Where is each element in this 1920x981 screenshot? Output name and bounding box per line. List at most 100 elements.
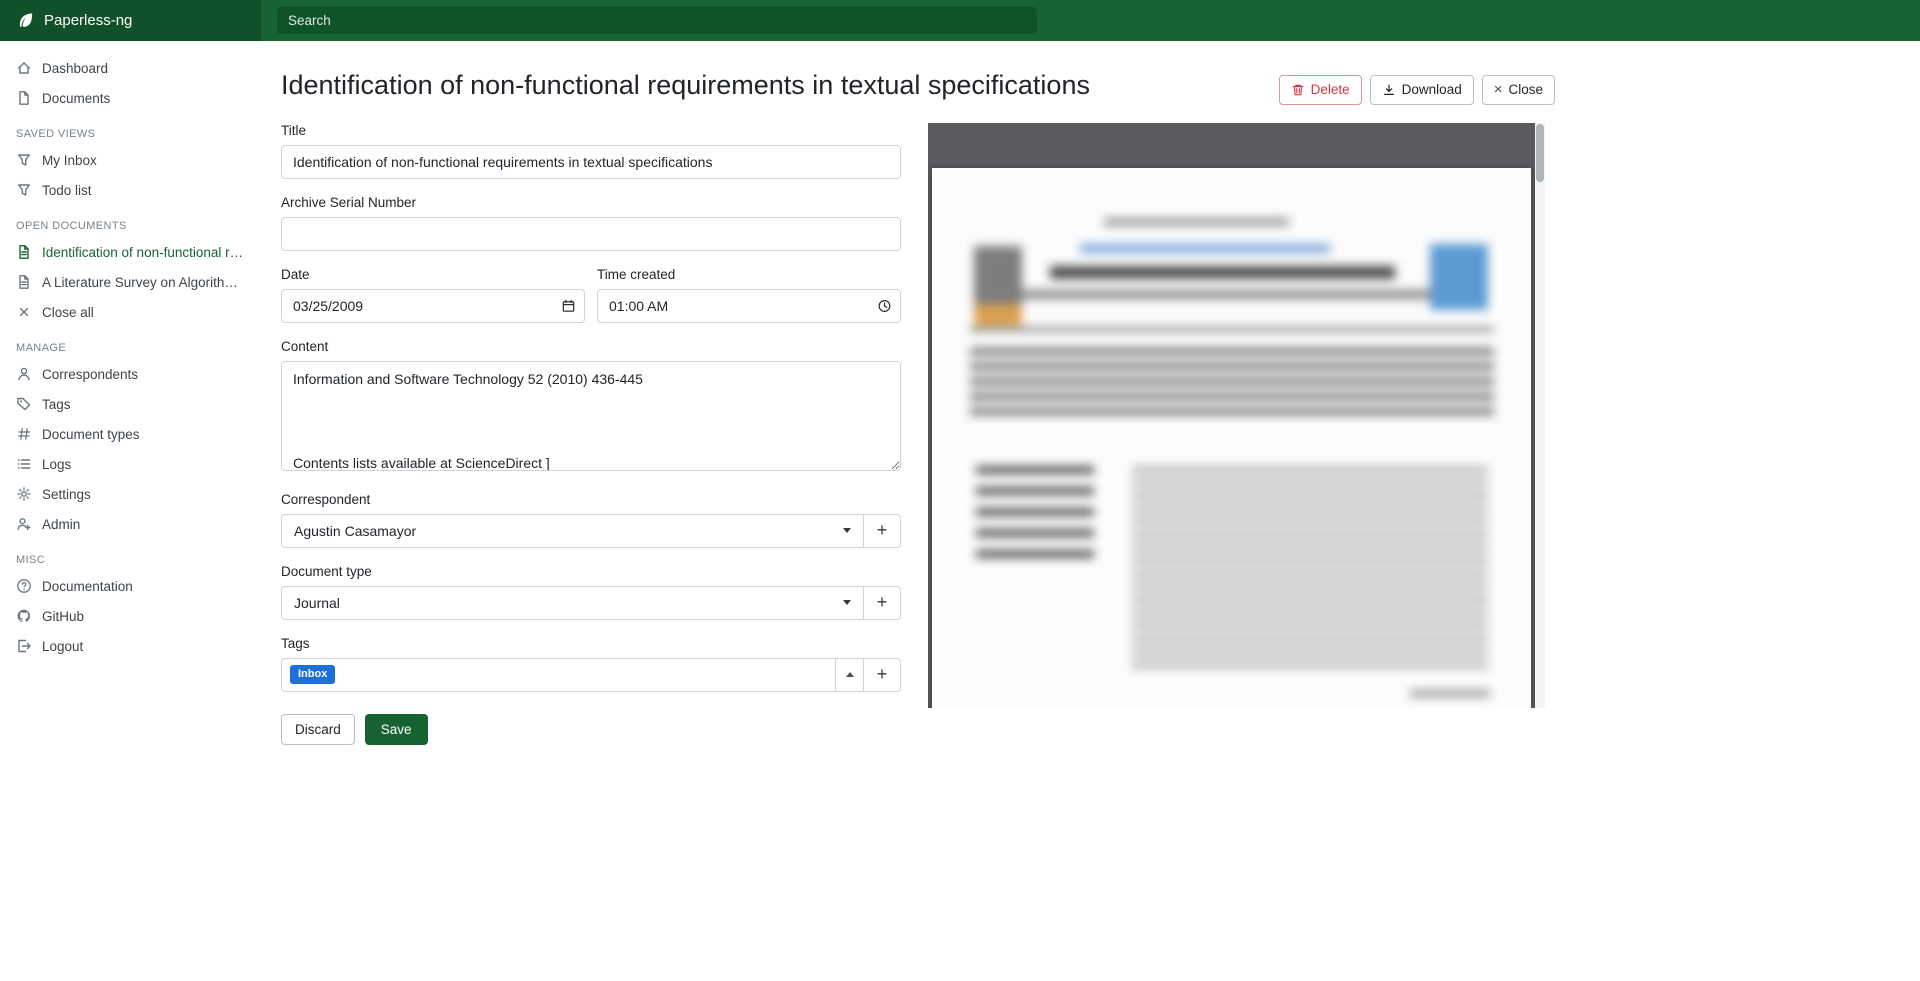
title-input[interactable] [281,145,901,179]
sidebar-item-label: Documents [42,91,110,106]
date-input[interactable] [281,289,585,323]
save-button[interactable]: Save [365,714,428,746]
sidebar-section-saved-views: SAVED VIEWS [0,113,261,145]
sidebar-item-label: My Inbox [42,153,97,168]
dashboard-icon [16,60,32,76]
close-button[interactable]: × Close [1482,75,1555,105]
delete-button[interactable]: Delete [1279,75,1362,105]
sidebar-item-label: Logout [42,639,83,654]
document-preview [928,123,1545,708]
pdf-content-block [1132,466,1488,674]
document-type-select[interactable]: Journal [281,586,864,620]
logout-icon [16,638,32,654]
sidebar-item-documents[interactable]: Documents [0,83,261,113]
pdf-viewport[interactable] [928,123,1535,708]
sidebar-item-correspondents[interactable]: Correspondents [0,359,261,389]
brand[interactable]: Paperless-ng [0,0,261,41]
discard-button[interactable]: Discard [281,714,355,746]
sidebar-item-close-all[interactable]: Close all [0,297,261,327]
tags-input[interactable]: Inbox [281,658,836,692]
hash-icon [16,426,32,442]
pdf-blur-layer [932,168,1531,708]
sidebar-item-documentation[interactable]: Documentation [0,571,261,601]
sidebar-item-todo-list[interactable]: Todo list [0,175,261,205]
sidebar-item-settings[interactable]: Settings [0,479,261,509]
preview-scrollbar[interactable] [1535,123,1545,708]
sidebar-item-tags[interactable]: Tags [0,389,261,419]
calendar-icon[interactable] [561,298,576,313]
filter-icon [16,182,32,198]
date-label: Date [281,267,585,282]
close-button-label: Close [1508,81,1543,99]
sidebar-item-label: Document types [42,427,140,442]
sidebar-open-document-1[interactable]: Identification of non-functional require… [0,237,261,267]
correspondent-selected-value: Agustin Casamayor [294,523,416,539]
documents-icon [16,90,32,106]
sidebar-item-logout[interactable]: Logout [0,631,261,661]
pdf-content-block [970,328,1494,331]
sidebar-section-open-documents: OPEN DOCUMENTS [0,205,261,237]
pdf-content-block [974,246,1022,304]
search-bar [261,0,1920,41]
sidebar-item-label: Todo list [42,183,92,198]
page-title: Identification of non-functional require… [281,69,1090,103]
sidebar-item-label: Close all [42,305,94,320]
correspondent-select[interactable]: Agustin Casamayor [281,514,864,548]
title-label: Title [281,123,901,138]
document-actions: Delete Download × Close [1279,75,1555,105]
delete-button-label: Delete [1311,81,1350,99]
archive-serial-number-input[interactable] [281,217,901,251]
sidebar-item-document-types[interactable]: Document types [0,419,261,449]
add-tag-button[interactable]: + [864,658,901,692]
filter-icon [16,152,32,168]
question-circle-icon [16,578,32,594]
sidebar-item-label: Settings [42,487,91,502]
person-icon [16,366,32,382]
open-document-title: A Literature Survey on Algorithms for Mu… [42,275,245,290]
document-icon [16,274,32,290]
sidebar-item-github[interactable]: GitHub [0,601,261,631]
pdf-content-block [1080,244,1330,253]
download-button-label: Download [1402,81,1462,99]
pdf-content-block [1104,218,1289,226]
document-icon [16,244,32,260]
close-icon: × [1494,82,1503,97]
github-icon [16,608,32,624]
sidebar-item-dashboard[interactable]: Dashboard [0,53,261,83]
chevron-down-icon [843,600,851,605]
download-button[interactable]: Download [1370,75,1474,105]
search-input[interactable] [277,7,1037,34]
paperless-logo-icon [16,11,35,30]
content-textarea[interactable]: Information and Software Technology 52 (… [281,361,901,471]
sidebar-item-label: Logs [42,457,71,472]
admin-icon [16,516,32,532]
sidebar-item-my-inbox[interactable]: My Inbox [0,145,261,175]
sidebar-item-logs[interactable]: Logs [0,449,261,479]
sidebar: Dashboard Documents SAVED VIEWS My Inbox… [0,41,261,981]
sidebar-section-misc: MISC [0,539,261,571]
topbar: Paperless-ng [0,0,1920,41]
tag-chip-inbox[interactable]: Inbox [290,665,335,684]
clock-icon[interactable] [877,298,892,313]
time-created-label: Time created [597,267,901,282]
tags-dropdown-toggle[interactable] [836,658,864,692]
sidebar-item-admin[interactable]: Admin [0,509,261,539]
sidebar-item-label: GitHub [42,609,84,624]
time-created-input[interactable] [597,289,901,323]
content-label: Content [281,339,901,354]
sidebar-open-document-2[interactable]: A Literature Survey on Algorithms for Mu… [0,267,261,297]
chevron-down-icon [843,528,851,533]
chevron-up-icon [846,672,854,677]
preview-scrollbar-thumb[interactable] [1536,124,1544,182]
add-correspondent-button[interactable]: + [864,514,901,548]
pdf-content-block [970,348,1494,418]
add-document-type-button[interactable]: + [864,586,901,620]
sidebar-item-label: Admin [42,517,80,532]
pdf-content-block [1020,290,1430,299]
correspondent-label: Correspondent [281,492,901,507]
trash-icon [1291,83,1305,97]
pdf-content-block [976,466,1094,566]
brand-name: Paperless-ng [44,12,132,29]
pdf-content-block [1410,690,1490,697]
close-icon [16,304,32,320]
